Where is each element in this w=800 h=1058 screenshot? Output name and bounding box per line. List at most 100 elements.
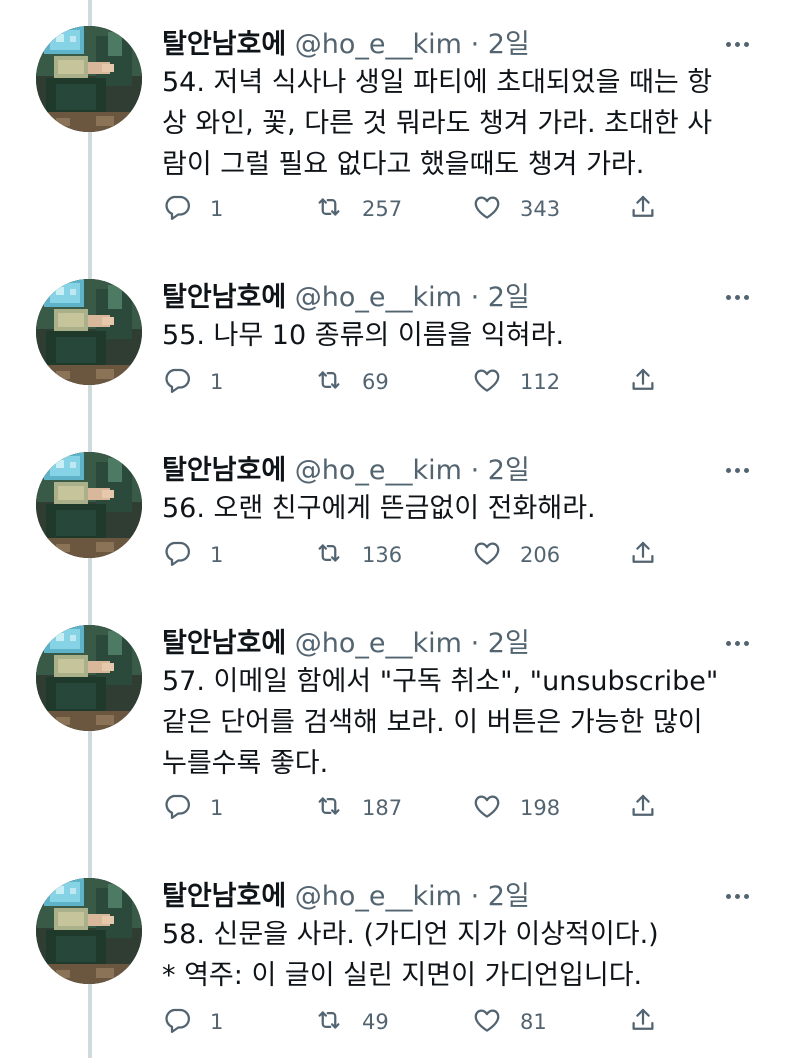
timestamp[interactable]: 2일 xyxy=(488,881,530,912)
retweet-button[interactable]: 187 xyxy=(314,790,402,826)
separator-dot: · xyxy=(470,881,480,912)
like-count: 198 xyxy=(520,796,561,820)
retweet-count: 69 xyxy=(362,370,389,394)
share-icon xyxy=(628,1005,658,1039)
tweet-text-line: 같은 단어를 검색해 보라. 이 버튼은 가능한 많이 xyxy=(162,707,703,738)
user-handle[interactable]: @ho_e__kim xyxy=(295,455,462,486)
share-button[interactable] xyxy=(628,191,658,227)
retweet-icon xyxy=(314,791,344,825)
like-button[interactable]: 198 xyxy=(472,790,560,826)
like-count: 206 xyxy=(520,543,561,567)
share-button[interactable] xyxy=(628,364,658,400)
tweet-actions: 1 187 198 xyxy=(162,790,692,826)
avatar[interactable] xyxy=(36,452,142,558)
timestamp[interactable]: 2일 xyxy=(488,282,530,313)
like-button[interactable]: 81 xyxy=(472,1004,547,1040)
separator-dot: · xyxy=(470,29,480,60)
more-icon[interactable] xyxy=(726,285,756,305)
tweet-text-line: 56. 오랜 친구에게 뜬금없이 전화해라. xyxy=(162,493,596,524)
retweet-count: 187 xyxy=(362,796,403,820)
share-icon xyxy=(628,538,658,572)
reply-icon xyxy=(162,538,192,572)
retweet-icon xyxy=(314,192,344,226)
retweet-button[interactable]: 69 xyxy=(314,364,389,400)
separator-dot: · xyxy=(470,455,480,486)
heart-icon xyxy=(472,538,502,572)
separator-dot: · xyxy=(470,282,480,313)
user-handle[interactable]: @ho_e__kim xyxy=(295,282,462,313)
reply-button[interactable]: 1 xyxy=(162,191,223,227)
tweet-actions: 1 49 81 xyxy=(162,1004,692,1040)
user-handle[interactable]: @ho_e__kim xyxy=(295,881,462,912)
like-count: 343 xyxy=(520,197,561,221)
share-icon xyxy=(628,192,658,226)
reply-count: 1 xyxy=(210,1010,224,1034)
tweet-header: 탈안남호에 @ho_e__kim · 2일 xyxy=(162,621,530,661)
retweet-icon xyxy=(314,1005,344,1039)
user-handle[interactable]: @ho_e__kim xyxy=(295,29,462,60)
reply-icon xyxy=(162,791,192,825)
retweet-button[interactable]: 136 xyxy=(314,537,402,573)
share-icon xyxy=(628,365,658,399)
reply-button[interactable]: 1 xyxy=(162,364,223,400)
reply-button[interactable]: 1 xyxy=(162,1004,223,1040)
avatar[interactable] xyxy=(36,26,142,132)
reply-count: 1 xyxy=(210,796,224,820)
tweet-text-line: 57. 이메일 함에서 "구독 취소", "unsubscribe" xyxy=(162,666,719,697)
tweet-text-line: 54. 저녁 식사나 생일 파티에 초대되었을 때는 항 xyxy=(162,67,713,98)
like-count: 81 xyxy=(520,1010,547,1034)
tweet-actions: 1 69 112 xyxy=(162,364,692,400)
display-name[interactable]: 탈안남호에 xyxy=(162,29,286,60)
tweet-header: 탈안남호에 @ho_e__kim · 2일 xyxy=(162,874,530,914)
retweet-count: 49 xyxy=(362,1010,389,1034)
tweet-text: 54. 저녁 식사나 생일 파티에 초대되었을 때는 항 상 와인, 꽃, 다른… xyxy=(162,62,762,185)
tweet-actions: 1 136 206 xyxy=(162,537,692,573)
tweet-header: 탈안남호에 @ho_e__kim · 2일 xyxy=(162,22,530,62)
retweet-button[interactable]: 49 xyxy=(314,1004,389,1040)
tweet-text: 57. 이메일 함에서 "구독 취소", "unsubscribe" 같은 단어… xyxy=(162,661,762,784)
retweet-icon xyxy=(314,365,344,399)
avatar[interactable] xyxy=(36,878,142,984)
more-icon[interactable] xyxy=(726,458,756,478)
heart-icon xyxy=(472,1005,502,1039)
like-button[interactable]: 112 xyxy=(472,364,560,400)
more-icon[interactable] xyxy=(726,32,756,52)
timestamp[interactable]: 2일 xyxy=(488,628,530,659)
timestamp[interactable]: 2일 xyxy=(488,29,530,60)
avatar[interactable] xyxy=(36,625,142,731)
tweet-text-line: 상 와인, 꽃, 다른 것 뭐라도 챙겨 가라. 초대한 사 xyxy=(162,108,713,139)
share-button[interactable] xyxy=(628,790,658,826)
reply-icon xyxy=(162,365,192,399)
reply-button[interactable]: 1 xyxy=(162,790,223,826)
reply-count: 1 xyxy=(210,543,224,567)
like-button[interactable]: 206 xyxy=(472,537,560,573)
share-button[interactable] xyxy=(628,1004,658,1040)
timestamp[interactable]: 2일 xyxy=(488,455,530,486)
tweet-text-line: * 역주: 이 글이 실린 지면이 가디언입니다. xyxy=(162,960,643,991)
reply-count: 1 xyxy=(210,197,224,221)
like-count: 112 xyxy=(520,370,561,394)
display-name[interactable]: 탈안남호에 xyxy=(162,881,286,912)
more-icon[interactable] xyxy=(726,884,756,904)
display-name[interactable]: 탈안남호에 xyxy=(162,455,286,486)
retweet-count: 136 xyxy=(362,543,403,567)
share-button[interactable] xyxy=(628,537,658,573)
retweet-button[interactable]: 257 xyxy=(314,191,402,227)
avatar[interactable] xyxy=(36,279,142,385)
tweet-text-line: 58. 신문을 사라. (가디언 지가 이상적이다.) xyxy=(162,919,659,950)
more-icon[interactable] xyxy=(726,631,756,651)
tweet-text-line: 람이 그럴 필요 없다고 했을때도 챙겨 가라. xyxy=(162,149,645,180)
tweet-text: 58. 신문을 사라. (가디언 지가 이상적이다.) * 역주: 이 글이 실… xyxy=(162,914,762,996)
tweet-text-line: 누를수록 좋다. xyxy=(162,748,329,779)
reply-button[interactable]: 1 xyxy=(162,537,223,573)
user-handle[interactable]: @ho_e__kim xyxy=(295,628,462,659)
tweet-text: 56. 오랜 친구에게 뜬금없이 전화해라. xyxy=(162,488,762,529)
display-name[interactable]: 탈안남호에 xyxy=(162,628,286,659)
like-button[interactable]: 343 xyxy=(472,191,560,227)
reply-icon xyxy=(162,192,192,226)
tweet-text-line: 55. 나무 10 종류의 이름을 익혀라. xyxy=(162,320,565,351)
reply-icon xyxy=(162,1005,192,1039)
heart-icon xyxy=(472,365,502,399)
display-name[interactable]: 탈안남호에 xyxy=(162,282,286,313)
heart-icon xyxy=(472,192,502,226)
